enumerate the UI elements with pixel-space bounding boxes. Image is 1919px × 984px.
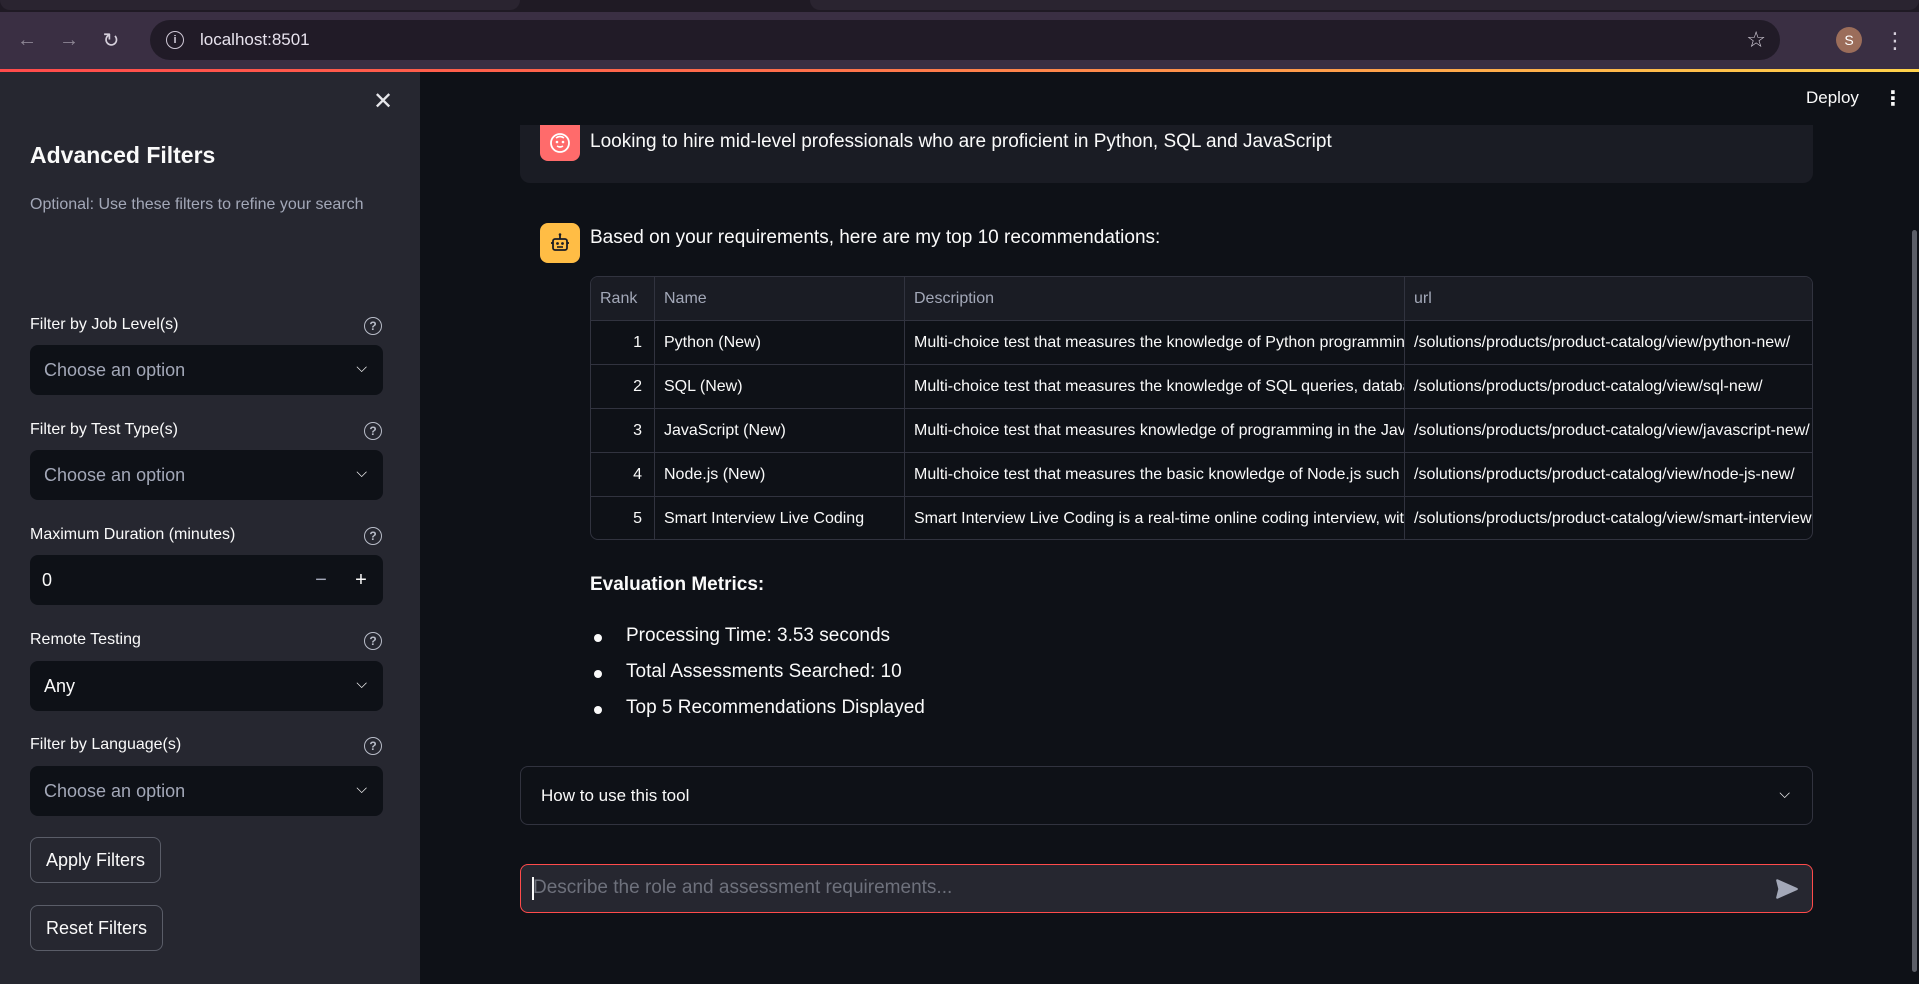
name-cell[interactable]: JavaScript (New) [655,409,905,453]
help-icon[interactable]: ? [364,317,382,335]
language-placeholder: Choose an option [44,780,186,801]
rank-cell[interactable]: 5 [591,497,655,539]
name-cell[interactable]: Python (New) [655,321,905,365]
metric-item: Processing Time: 3.53 seconds [626,625,891,646]
url-cell[interactable]: /solutions/products/product-catalog/view… [1405,497,1812,539]
help-icon[interactable]: ? [364,527,382,545]
chevron-down-icon: ⌵ [356,464,367,480]
test-type-label: Filter by Test Type(s) [30,421,178,438]
metric-item: Top 5 Recommendations Displayed [626,697,925,718]
remote-testing-value: Any [44,675,76,696]
user-avatar-icon [540,125,580,161]
job-level-label: Filter by Job Level(s) [30,316,179,333]
help-icon[interactable]: ? [364,737,382,755]
name-cell[interactable]: Node.js (New) [655,453,905,497]
duration-number-input[interactable]: 0 − + [30,555,383,605]
table-row: 1 Python (New) Multi-choice test that me… [591,321,1812,365]
job-level-select[interactable]: Choose an option ⌵ [30,345,383,395]
address-bar[interactable]: i localhost:8501 ☆ [150,20,1780,60]
deploy-button[interactable]: Deploy [1806,88,1859,108]
name-cell[interactable]: Smart Interview Live Coding [655,497,905,539]
url-cell[interactable]: /solutions/products/product-catalog/view… [1405,453,1812,497]
increment-icon[interactable]: + [348,567,374,593]
send-icon[interactable] [1774,876,1800,902]
language-label: Filter by Language(s) [30,736,182,753]
metric-item: Total Assessments Searched: 10 [626,661,902,682]
bookmark-star-icon[interactable]: ☆ [1746,27,1766,53]
table-row: 3 JavaScript (New) Multi-choice test tha… [591,409,1812,453]
rank-cell[interactable]: 4 [591,453,655,497]
table-header-row: Rank Name Description url [591,277,1812,321]
help-icon[interactable]: ? [364,632,382,650]
chevron-down-icon: ⌵ [356,780,367,796]
description-cell[interactable]: Multi-choice test that measures the know… [905,321,1405,365]
recommendations-table[interactable]: Rank Name Description url 1 Python (New)… [590,276,1813,540]
url-cell[interactable]: /solutions/products/product-catalog/view… [1405,409,1812,453]
url-cell[interactable]: /solutions/products/product-catalog/view… [1405,365,1812,409]
table-row: 5 Smart Interview Live Coding Smart Inte… [591,497,1812,539]
browser-tab[interactable] [810,0,1919,10]
apply-filters-button[interactable]: Apply Filters [30,837,162,883]
browser-tab[interactable] [0,0,520,10]
column-header-url[interactable]: url [1405,277,1812,321]
decrement-icon[interactable]: − [308,567,334,593]
chevron-down-icon: ⌵ [1779,785,1790,801]
url-cell[interactable]: /solutions/products/product-catalog/view… [1405,321,1812,365]
assistant-message-text: Based on your requirements, here are my … [590,227,1161,248]
remote-testing-label: Remote Testing [30,631,141,648]
remote-testing-select[interactable]: Any ⌵ [30,661,383,711]
rank-cell[interactable]: 1 [591,321,655,365]
job-level-placeholder: Choose an option [44,359,186,380]
table-row: 2 SQL (New) Multi-choice test that measu… [591,365,1812,409]
main-menu-icon[interactable]: ⋮ [1882,86,1904,110]
help-icon[interactable]: ? [364,422,382,440]
test-type-select[interactable]: Choose an option ⌵ [30,450,383,500]
description-cell[interactable]: Multi-choice test that measures the basi… [905,453,1405,497]
chevron-down-icon: ⌵ [356,675,367,691]
site-info-icon[interactable]: i [166,31,184,49]
forward-arrow-icon[interactable]: → [54,26,84,56]
browser-toolbar: ← → ↻ i localhost:8501 ☆ S ⋮ [0,12,1919,69]
rank-cell[interactable]: 2 [591,365,655,409]
reload-icon[interactable]: ↻ [96,26,126,56]
reset-filters-button[interactable]: Reset Filters [30,905,164,951]
how-to-use-expander[interactable]: How to use this tool ⌵ [520,766,1813,825]
expander-label: How to use this tool [541,785,690,805]
scrollbar[interactable] [1912,230,1917,972]
column-header-description[interactable]: Description [905,277,1405,321]
browser-tab-strip [0,0,1919,12]
profile-avatar[interactable]: S [1836,27,1862,53]
chevron-down-icon: ⌵ [356,359,367,375]
chat-input[interactable] [533,865,1753,911]
bullet-icon [594,634,602,642]
text-cursor [532,877,534,900]
browser-menu-icon[interactable]: ⋮ [1880,24,1910,58]
sidebar-caption: Optional: Use these filters to refine yo… [30,196,364,213]
language-select[interactable]: Choose an option ⌵ [30,766,383,816]
bullet-icon [594,670,602,678]
description-cell[interactable]: Multi-choice test that measures the know… [905,365,1405,409]
close-sidebar-icon[interactable]: ✕ [370,88,396,115]
duration-value[interactable]: 0 [42,570,52,591]
sidebar-title: Advanced Filters [30,142,216,168]
column-header-rank[interactable]: Rank [591,277,655,321]
name-cell[interactable]: SQL (New) [655,365,905,409]
description-cell[interactable]: Smart Interview Live Coding is a real-ti… [905,497,1405,539]
metrics-heading: Evaluation Metrics: [590,574,765,595]
chat-input-box[interactable] [520,864,1813,913]
bullet-icon [594,706,602,714]
back-arrow-icon[interactable]: ← [12,26,42,56]
assistant-avatar-icon [540,223,580,263]
test-type-placeholder: Choose an option [44,464,186,485]
user-message-text: Looking to hire mid-level professionals … [590,131,1332,152]
description-cell[interactable]: Multi-choice test that measures knowledg… [905,409,1405,453]
table-row: 4 Node.js (New) Multi-choice test that m… [591,453,1812,497]
duration-label: Maximum Duration (minutes) [30,526,236,543]
url-text[interactable]: localhost:8501 [200,30,310,50]
column-header-name[interactable]: Name [655,277,905,321]
rank-cell[interactable]: 3 [591,409,655,453]
